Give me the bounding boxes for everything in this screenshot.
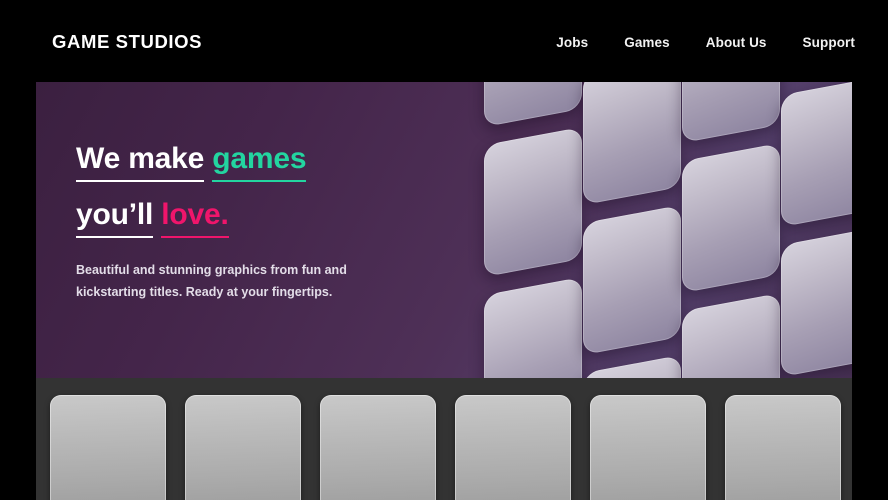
hero-decor-card (484, 276, 582, 378)
hero-decor-card (484, 82, 582, 128)
hero-banner: We make games you’ll love. Beautiful and… (36, 82, 852, 378)
headline-segment-we-make: We make (76, 142, 204, 182)
hero-headline-line-2: you’ll love. (76, 188, 436, 242)
nav-link-games[interactable]: Games (624, 36, 670, 50)
nav-link-about-us[interactable]: About Us (706, 36, 767, 50)
headline-segment-love: love. (161, 198, 229, 238)
showcase-card[interactable] (50, 395, 166, 500)
hero-decor-card (781, 226, 852, 378)
hero-subcopy: Beautiful and stunning graphics from fun… (76, 263, 347, 299)
nav-link-support[interactable]: Support (803, 36, 855, 50)
hero-copy: We make games you’ll love. Beautiful and… (76, 132, 436, 303)
hero-decor-card (484, 126, 582, 278)
hero-headline: We make games (76, 132, 436, 186)
hero-decor-card (583, 82, 681, 206)
headline-segment-youll: you’ll (76, 198, 153, 238)
page-root: GAME STUDIOS Jobs Games About Us Support… (0, 0, 888, 500)
showcase-card[interactable] (590, 395, 706, 500)
showcase-card[interactable] (725, 395, 841, 500)
nav-link-jobs[interactable]: Jobs (556, 36, 588, 50)
hero-decor-card (583, 204, 681, 356)
primary-nav: Jobs Games About Us Support (556, 36, 855, 50)
showcase-card[interactable] (320, 395, 436, 500)
hero-decor-card (682, 292, 780, 378)
showcase-card-row (50, 395, 841, 500)
headline-segment-games: games (212, 142, 307, 182)
site-logo[interactable]: GAME STUDIOS (52, 32, 202, 52)
showcase-section (36, 378, 852, 500)
showcase-card[interactable] (185, 395, 301, 500)
hero-decor-card (682, 82, 780, 144)
top-navigation-bar: GAME STUDIOS Jobs Games About Us Support (0, 0, 888, 82)
hero-decor-card (583, 354, 681, 378)
hero-decor-card (682, 142, 780, 294)
hero-decor-card (781, 82, 852, 228)
showcase-card[interactable] (455, 395, 571, 500)
